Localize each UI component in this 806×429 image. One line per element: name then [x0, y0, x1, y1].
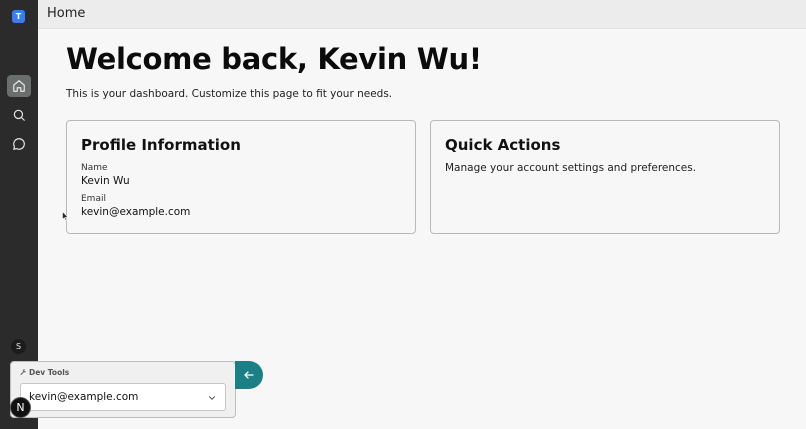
email-value: kevin@example.com	[81, 206, 191, 218]
sidebar-item-search[interactable]	[7, 104, 31, 126]
welcome-heading: Welcome back, Kevin Wu!	[66, 42, 482, 76]
user-select-dropdown[interactable]: kevin@example.com	[20, 383, 226, 411]
chevron-down-icon	[208, 396, 216, 400]
dev-tools-label: Dev Tools	[29, 368, 70, 377]
chat-icon	[13, 138, 25, 150]
search-icon	[13, 109, 25, 121]
quick-actions-card: Quick Actions Manage your account settin…	[430, 120, 780, 234]
home-icon	[13, 80, 25, 92]
name-value: Kevin Wu	[81, 175, 130, 187]
sidebar-item-chat[interactable]	[7, 133, 31, 155]
quick-actions-description: Manage your account settings and prefere…	[445, 162, 697, 174]
name-label: Name	[81, 163, 108, 173]
quick-actions-title: Quick Actions	[445, 136, 561, 154]
dev-tools-header: Dev Tools	[20, 368, 69, 377]
mouse-cursor-icon	[62, 211, 69, 221]
top-bar: Home	[38, 0, 806, 29]
wrench-icon	[20, 369, 27, 376]
email-label: Email	[81, 194, 106, 204]
sidebar-item-home[interactable]	[7, 75, 31, 97]
app-logo[interactable]: T	[12, 10, 25, 23]
profile-card-title: Profile Information	[81, 136, 241, 154]
profile-information-card: Profile Information Name Kevin Wu Email …	[66, 120, 416, 234]
selected-user-value: kevin@example.com	[29, 391, 139, 403]
dev-tools-panel: Dev Tools kevin@example.com	[10, 361, 236, 418]
user-avatar[interactable]: S	[11, 339, 26, 354]
collapse-dev-tools-button[interactable]	[235, 361, 263, 389]
dashboard-subtitle: This is your dashboard. Customize this p…	[66, 88, 393, 100]
nextjs-dev-badge[interactable]: N	[10, 397, 31, 418]
arrow-left-icon	[244, 371, 254, 379]
page-header-title: Home	[47, 6, 86, 21]
